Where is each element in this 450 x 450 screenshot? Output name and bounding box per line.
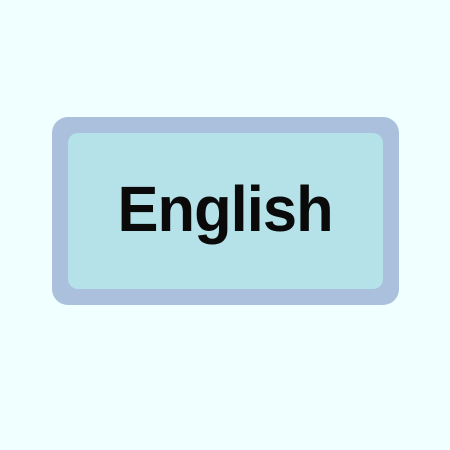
language-button-face[interactable]: English xyxy=(68,133,383,289)
language-button-english[interactable]: English xyxy=(52,117,399,305)
language-button-label: English xyxy=(117,173,334,245)
